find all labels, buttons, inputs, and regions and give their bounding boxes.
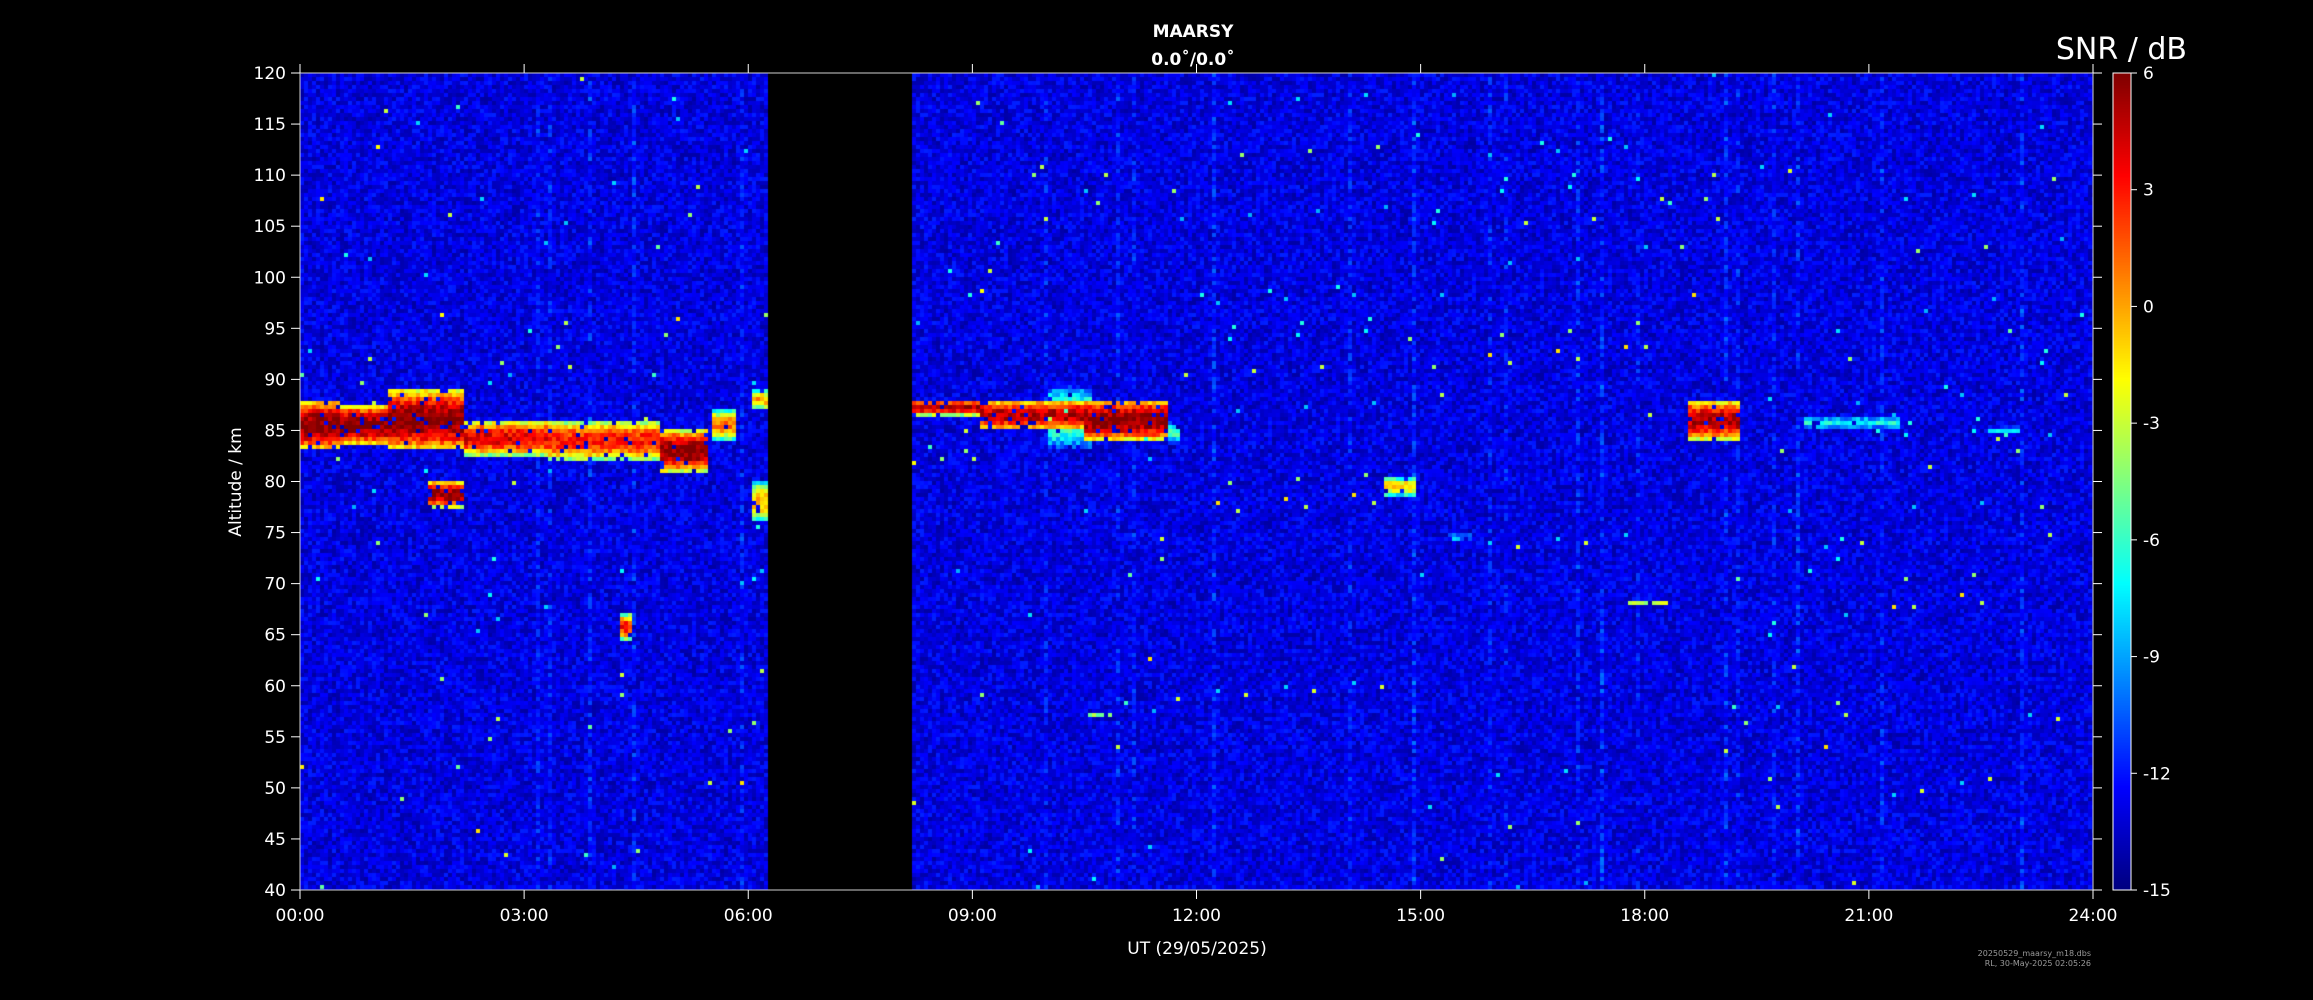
colorbar-tick-label: 3 (2143, 181, 2154, 201)
x-tick-label: 06:00 (724, 906, 773, 926)
colorbar-tick-label: -6 (2143, 531, 2160, 551)
colorbar-tick-label: -9 (2143, 648, 2160, 668)
footer-file-info: 20250529_maarsy_m18.dbs RL, 30-May-2025 … (1950, 949, 2091, 969)
chart-figure: 4045505560657075808590951001051101151200… (0, 0, 2313, 1000)
y-tick-label: 115 (254, 115, 286, 135)
x-tick-label: 24:00 (2069, 906, 2118, 926)
chart-subtitle: 0.0˚/0.0˚ (1151, 48, 1234, 70)
chart-title: MAARSY (1153, 22, 1235, 42)
y-tick-label: 45 (264, 830, 286, 850)
y-axis-label: Altitude / km (226, 427, 246, 536)
y-tick-label: 105 (254, 217, 286, 237)
colorbar-label: SNR / dB (2056, 32, 2187, 67)
y-tick-label: 80 (264, 473, 286, 493)
y-tick-label: 100 (254, 268, 286, 288)
y-tick-label: 40 (264, 881, 286, 901)
x-tick-label: 18:00 (1620, 906, 1669, 926)
x-tick-label: 03:00 (500, 906, 549, 926)
y-tick-label: 110 (254, 166, 286, 186)
colorbar-tick-label: 6 (2143, 64, 2154, 84)
y-tick-label: 85 (264, 421, 286, 441)
y-tick-label: 70 (264, 575, 286, 595)
y-tick-label: 120 (254, 64, 286, 84)
y-tick-label: 60 (264, 677, 286, 697)
x-tick-label: 00:00 (276, 906, 325, 926)
heatmap-plot-area (300, 73, 2093, 890)
colorbar-tick-label: -15 (2143, 881, 2171, 901)
y-tick-label: 55 (264, 728, 286, 748)
x-tick-label: 21:00 (1844, 906, 1893, 926)
x-tick-label: 09:00 (948, 906, 997, 926)
colorbar-tick-label: 0 (2143, 297, 2154, 317)
y-tick-label: 95 (264, 319, 286, 339)
y-tick-label: 90 (264, 370, 286, 390)
x-tick-label: 12:00 (1172, 906, 1221, 926)
colorbar-tick-label: -12 (2143, 764, 2171, 784)
y-tick-label: 65 (264, 626, 286, 646)
y-tick-label: 75 (264, 524, 286, 544)
footer-timestamp: RL, 30-May-2025 02:05:26 (1984, 959, 2091, 968)
footer-filename: 20250529_maarsy_m18.dbs (1977, 949, 2091, 958)
colorbar-tick-label: -3 (2143, 414, 2160, 434)
y-tick-label: 50 (264, 779, 286, 799)
colorbar-gradient (2113, 73, 2131, 890)
x-axis-label: UT (29/05/2025) (1127, 939, 1266, 959)
x-tick-label: 15:00 (1396, 906, 1445, 926)
